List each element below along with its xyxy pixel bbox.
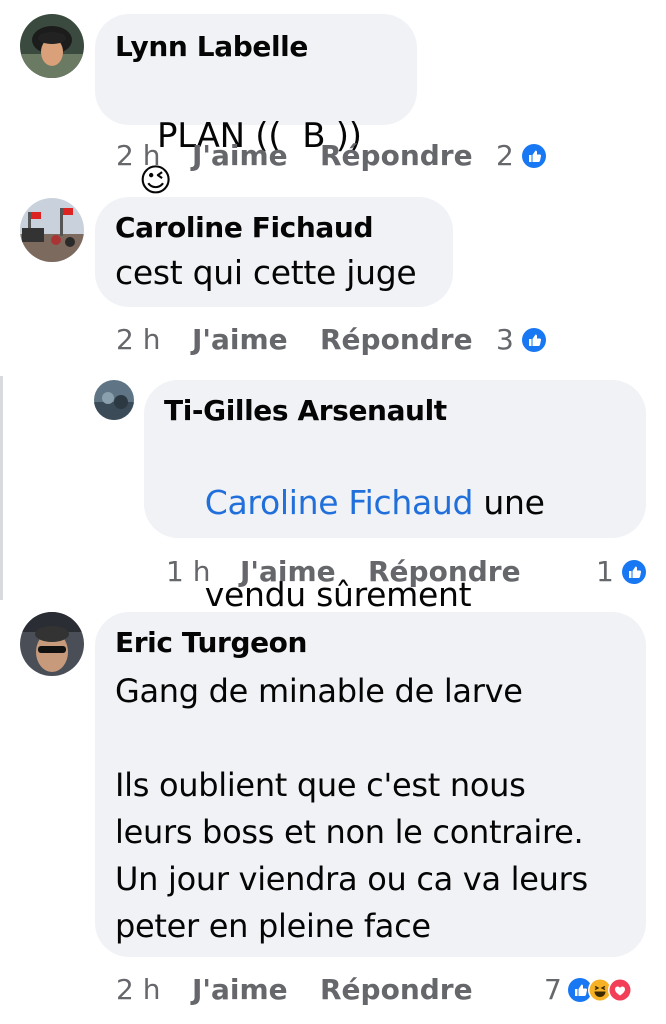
avatar[interactable] (94, 380, 134, 420)
comment-time[interactable]: 2 h (116, 970, 160, 1010)
like-button[interactable]: J'aime (192, 970, 288, 1010)
comment-text: Gang de minable de larve Ils oublient qu… (115, 672, 588, 945)
comment-time[interactable]: 2 h (116, 320, 160, 360)
avatar[interactable] (20, 198, 84, 262)
comment-author[interactable]: Eric Turgeon (115, 626, 626, 660)
like-button[interactable]: J'aime (240, 552, 336, 592)
like-icon (622, 560, 646, 584)
reaction-icons[interactable] (568, 978, 648, 1002)
reply-thread-line (0, 376, 3, 600)
like-icon (522, 144, 546, 168)
like-button[interactable]: J'aime (192, 136, 288, 176)
mention-link[interactable]: Caroline Fichaud (205, 483, 474, 522)
comment-actions: 2 h J'aime Répondre 7 (116, 970, 656, 1010)
comment-bubble: Eric Turgeon Gang de minable de larve Il… (95, 612, 646, 957)
reaction-count[interactable]: 2 (496, 136, 514, 176)
comment-bubble: Caroline Fichaud cest qui cette juge (95, 197, 453, 307)
reply-button[interactable]: Répondre (368, 552, 521, 592)
reaction-count[interactable]: 1 (596, 552, 614, 592)
reply-button[interactable]: Répondre (320, 136, 473, 176)
reply-button[interactable]: Répondre (320, 320, 473, 360)
reply-button[interactable]: Répondre (320, 970, 473, 1010)
reaction-count[interactable]: 3 (496, 320, 514, 360)
avatar[interactable] (20, 14, 84, 78)
comment-bubble: Lynn Labelle PLAN (( B ))😉 (95, 14, 417, 199)
love-icon (608, 978, 632, 1002)
comment-actions: 1 h J'aime Répondre 1 (166, 552, 646, 592)
comment-time[interactable]: 1 h (166, 552, 210, 592)
avatar[interactable] (20, 612, 84, 676)
comment-text-rest: une (473, 483, 545, 522)
comment-author[interactable]: Caroline Fichaud (115, 211, 433, 245)
comment-actions: 2 h J'aime Répondre 2 (116, 136, 576, 176)
comment-author[interactable]: Ti-Gilles Arsenault (164, 394, 626, 428)
reaction-count[interactable]: 7 (544, 970, 562, 1010)
comment-text: cest qui cette juge (115, 253, 417, 292)
comment-time[interactable]: 2 h (116, 136, 160, 176)
like-icon (522, 328, 546, 352)
comment-author[interactable]: Lynn Labelle (115, 30, 397, 64)
reply-bubble: Ti-Gilles Arsenault Caroline Fichaud une… (144, 380, 646, 614)
like-button[interactable]: J'aime (192, 320, 288, 360)
comment-actions: 2 h J'aime Répondre 3 (116, 320, 576, 360)
